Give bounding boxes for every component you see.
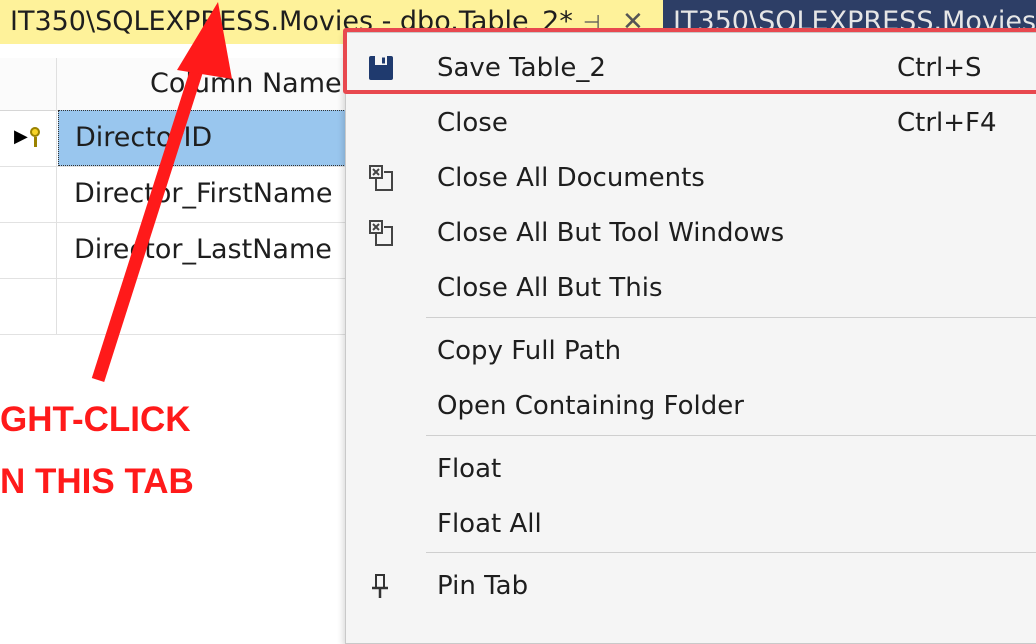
table-designer-grid: Column Name ▶ DirectorID Director_FirstN… bbox=[0, 44, 346, 344]
column-name-header[interactable]: Column Name bbox=[150, 58, 342, 110]
menu-separator bbox=[426, 435, 1036, 436]
menu-item-label: Save Table_2 bbox=[437, 53, 606, 83]
menu-separator bbox=[426, 552, 1036, 553]
menu-item-pin-tab[interactable]: Pin Tab bbox=[346, 559, 1036, 614]
menu-item-shortcut: Ctrl+F4 bbox=[897, 108, 997, 138]
table-row[interactable]: Director_LastName bbox=[0, 222, 346, 279]
menu-item-label: Float bbox=[437, 454, 502, 484]
menu-item-label: Close All Documents bbox=[437, 163, 705, 193]
annotation-line-2: N THIS TAB bbox=[0, 462, 194, 501]
context-menu: Save Table_2 Ctrl+S Close Ctrl+F4 Close … bbox=[345, 32, 1036, 644]
menu-item-label: Close bbox=[437, 108, 508, 138]
menu-item-float-all[interactable]: Float All bbox=[346, 497, 1036, 552]
row-selector[interactable] bbox=[0, 222, 57, 278]
menu-item-label: Float All bbox=[437, 509, 542, 539]
column-name-cell[interactable]: DirectorID bbox=[58, 110, 346, 166]
current-row-primary-key-marker: ▶ bbox=[14, 126, 43, 148]
column-name-cell[interactable]: Director_FirstName bbox=[58, 166, 346, 222]
table-row[interactable]: Director_FirstName bbox=[0, 166, 346, 223]
menu-item-label: Close All But Tool Windows bbox=[437, 218, 785, 248]
menu-item-label: Pin Tab bbox=[437, 571, 529, 601]
menu-item-close[interactable]: Close Ctrl+F4 bbox=[346, 96, 1036, 151]
menu-separator bbox=[426, 317, 1036, 318]
table-row[interactable] bbox=[0, 278, 346, 335]
column-name-cell[interactable]: Director_LastName bbox=[58, 222, 346, 278]
pin-icon bbox=[372, 574, 388, 598]
save-icon bbox=[369, 56, 393, 80]
grid-header: Column Name bbox=[0, 58, 346, 111]
menu-item-label: Copy Full Path bbox=[437, 336, 622, 366]
menu-item-copy-full-path[interactable]: Copy Full Path bbox=[346, 324, 1036, 379]
menu-item-save-table[interactable]: Save Table_2 Ctrl+S bbox=[346, 41, 1036, 96]
table-row[interactable]: ▶ DirectorID bbox=[0, 110, 346, 167]
menu-item-float[interactable]: Float bbox=[346, 442, 1036, 497]
column-name-cell[interactable] bbox=[58, 278, 346, 334]
primary-key-icon bbox=[29, 126, 43, 148]
menu-item-open-containing-folder[interactable]: Open Containing Folder bbox=[346, 379, 1036, 434]
close-all-documents-icon bbox=[369, 165, 393, 191]
row-selector[interactable]: ▶ bbox=[0, 110, 57, 166]
menu-item-close-all-but-tool-windows[interactable]: Close All But Tool Windows bbox=[346, 206, 1036, 261]
menu-item-label: Close All But This bbox=[437, 273, 663, 303]
row-selector-header bbox=[0, 58, 57, 110]
row-selector[interactable] bbox=[0, 166, 57, 222]
menu-item-close-all-documents[interactable]: Close All Documents bbox=[346, 151, 1036, 206]
menu-item-label: Open Containing Folder bbox=[437, 391, 744, 421]
menu-item-close-all-but-this[interactable]: Close All But This bbox=[346, 261, 1036, 316]
close-all-but-tool-windows-icon bbox=[369, 220, 393, 246]
row-selector[interactable] bbox=[0, 278, 57, 334]
annotation-line-1: GHT-CLICK bbox=[0, 400, 191, 439]
menu-item-shortcut: Ctrl+S bbox=[897, 53, 982, 83]
